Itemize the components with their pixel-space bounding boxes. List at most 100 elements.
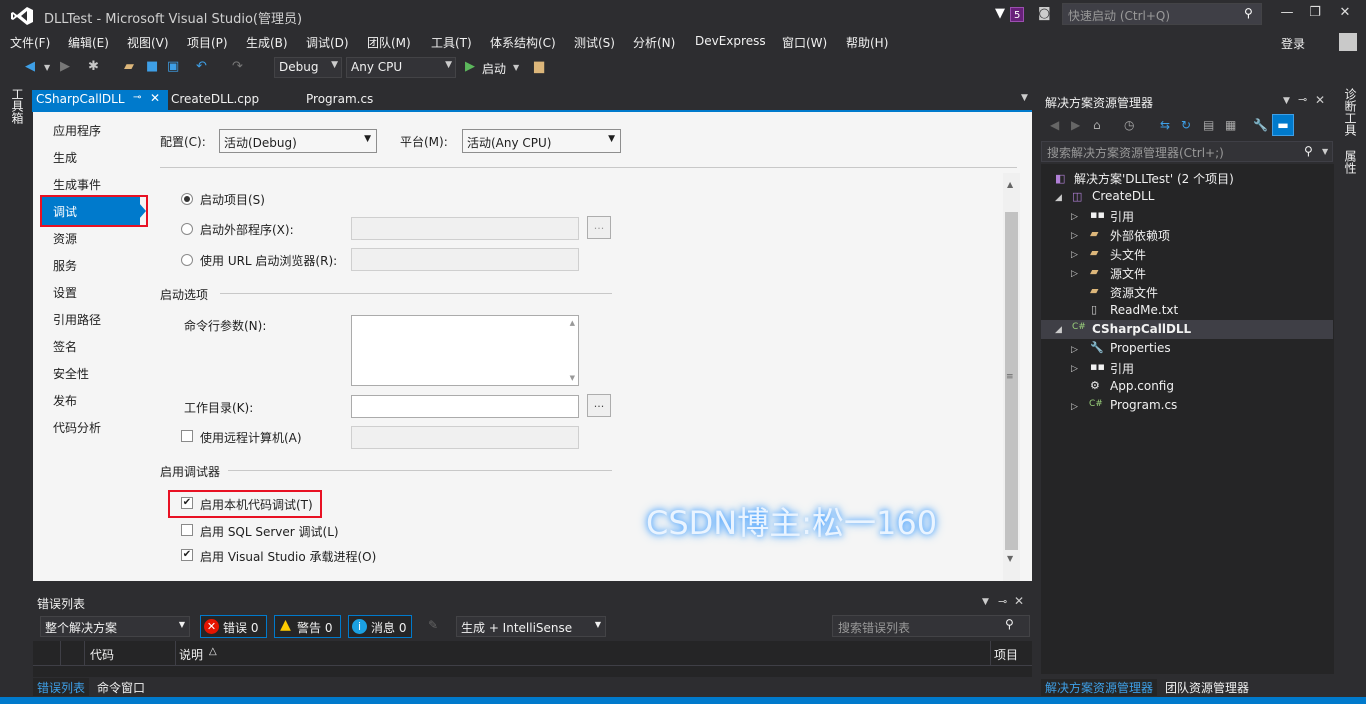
- menu-tools[interactable]: 工具(T): [431, 34, 472, 51]
- nav-item-debug[interactable]: 调试: [53, 203, 77, 220]
- menu-file[interactable]: 文件(F): [10, 34, 50, 51]
- solution-search-input[interactable]: 搜索解决方案资源管理器(Ctrl+;): [1041, 141, 1333, 162]
- menu-analyze[interactable]: 分析(N): [633, 34, 675, 51]
- close-icon[interactable]: ✕: [1014, 594, 1024, 608]
- menu-view[interactable]: 视图(V): [127, 34, 169, 51]
- tab-createdll-cpp[interactable]: CreateDLL.cpp: [167, 90, 263, 110]
- nav-item-services[interactable]: 服务: [53, 257, 77, 274]
- build-filter-select[interactable]: 生成 + IntelliSense ▼: [456, 616, 606, 637]
- errors-filter-button[interactable]: ✕ 错误 0: [200, 615, 267, 638]
- tree-node-header-files[interactable]: 头文件: [1110, 246, 1146, 263]
- scroll-up-icon[interactable]: ▲: [570, 319, 575, 327]
- search-icon[interactable]: ⚲: [1005, 617, 1014, 631]
- work-dir-input[interactable]: [351, 395, 579, 418]
- messages-filter-button[interactable]: i 消息 0: [348, 615, 412, 638]
- menu-architecture[interactable]: 体系结构(C): [490, 34, 556, 51]
- menu-build[interactable]: 生成(B): [246, 34, 288, 51]
- tree-node-readme[interactable]: ReadMe.txt: [1110, 303, 1178, 317]
- menu-devexpress[interactable]: DevExpress: [695, 34, 766, 48]
- feedback-icon[interactable]: ◙: [1038, 6, 1051, 21]
- start-icon[interactable]: ▶: [465, 59, 475, 74]
- nav-item-settings[interactable]: 设置: [53, 284, 77, 301]
- tab-team-explorer[interactable]: 团队资源管理器: [1161, 679, 1253, 696]
- close-icon[interactable]: ✕: [150, 91, 160, 105]
- platform-select[interactable]: 活动(Any CPU) ▼: [462, 129, 621, 153]
- warnings-filter-button[interactable]: ▲ 警告 0: [274, 615, 341, 638]
- pin-icon[interactable]: ⊸: [1298, 93, 1307, 106]
- collapsed-icon[interactable]: ▷: [1071, 250, 1078, 260]
- toolbox-tab[interactable]: 工具箱: [9, 88, 26, 124]
- tab-csharpcalldll[interactable]: CSharpCallDLL ⊸ ✕: [32, 90, 168, 110]
- properties-tab[interactable]: 属性: [1342, 150, 1359, 174]
- scroll-down-icon[interactable]: ▼: [1007, 554, 1013, 563]
- nav-item-publish[interactable]: 发布: [53, 392, 77, 409]
- open-file-icon[interactable]: ▰: [124, 59, 134, 74]
- nav-item-security[interactable]: 安全性: [53, 365, 89, 382]
- menu-help[interactable]: 帮助(H): [846, 34, 888, 51]
- filter-icon[interactable]: ✎: [428, 618, 438, 632]
- menu-project[interactable]: 项目(P): [187, 34, 228, 51]
- collapse-all-icon[interactable]: ▤: [1203, 118, 1214, 132]
- forward-icon[interactable]: ▶: [1071, 118, 1080, 132]
- start-external-radio[interactable]: [181, 223, 193, 235]
- forward-icon[interactable]: ▶: [60, 59, 70, 74]
- window-position-icon[interactable]: ▼: [1283, 96, 1290, 106]
- tab-program-cs[interactable]: Program.cs: [302, 90, 377, 110]
- scroll-up-icon[interactable]: ▲: [1007, 180, 1013, 189]
- solution-platform-select[interactable]: Any CPU ▼: [346, 57, 456, 78]
- error-search-input[interactable]: 搜索错误列表: [832, 615, 1030, 637]
- sync-icon[interactable]: ⇆: [1160, 118, 1170, 132]
- scroll-down-icon[interactable]: ▼: [570, 374, 575, 382]
- start-url-radio[interactable]: [181, 254, 193, 266]
- tree-node-solution[interactable]: 解决方案'DLLTest' (2 个项目): [1074, 170, 1234, 187]
- collapsed-icon[interactable]: ▷: [1071, 345, 1078, 355]
- column-header-project[interactable]: 项目: [994, 646, 1018, 663]
- column-header-description[interactable]: 说明: [179, 646, 203, 663]
- chevron-down-icon[interactable]: ▼: [1322, 147, 1328, 156]
- start-dropdown-icon[interactable]: ▼: [513, 63, 519, 72]
- diagnostic-tools-tab[interactable]: 诊断工具: [1342, 88, 1359, 136]
- use-remote-checkbox[interactable]: [181, 430, 193, 442]
- new-project-icon[interactable]: ✱: [88, 59, 99, 74]
- collapsed-icon[interactable]: ▷: [1071, 402, 1078, 412]
- tab-command-window[interactable]: 命令窗口: [93, 678, 149, 696]
- nav-item-code-analysis[interactable]: 代码分析: [53, 419, 101, 436]
- expanded-icon[interactable]: ◢: [1055, 325, 1062, 335]
- avatar[interactable]: [1339, 33, 1357, 51]
- tab-solution-explorer[interactable]: 解决方案资源管理器: [1041, 679, 1158, 696]
- save-all-icon[interactable]: ▣: [167, 59, 179, 74]
- history-icon[interactable]: ◷: [1124, 118, 1134, 132]
- minimize-button[interactable]: —: [1275, 5, 1299, 20]
- back-icon[interactable]: ◀: [25, 59, 35, 74]
- back-icon[interactable]: ◀: [1050, 118, 1059, 132]
- tree-node-resource-files[interactable]: 资源文件: [1110, 284, 1158, 301]
- column-header-code[interactable]: 代码: [90, 646, 114, 663]
- properties-icon[interactable]: 🔧: [1253, 118, 1268, 132]
- close-button[interactable]: ✕: [1333, 5, 1357, 20]
- error-scope-select[interactable]: 整个解决方案 ▼: [40, 616, 190, 637]
- tree-node-createdll[interactable]: CreateDLL: [1092, 189, 1154, 203]
- start-url-input[interactable]: [351, 248, 579, 271]
- window-position-icon[interactable]: ▼: [982, 597, 989, 607]
- external-program-input[interactable]: [351, 217, 579, 240]
- external-program-browse-button[interactable]: ...: [587, 216, 611, 239]
- filter-icon[interactable]: ▼: [995, 6, 1005, 21]
- collapsed-icon[interactable]: ▷: [1071, 364, 1078, 374]
- search-icon[interactable]: ⚲: [1244, 6, 1253, 20]
- undo-icon[interactable]: ↶: [196, 59, 207, 74]
- home-icon[interactable]: ⌂: [1093, 118, 1101, 132]
- tree-node-source-files[interactable]: 源文件: [1110, 265, 1146, 282]
- tree-node-app-config[interactable]: App.config: [1110, 379, 1174, 393]
- menu-test[interactable]: 测试(S): [574, 34, 615, 51]
- tree-node-properties[interactable]: Properties: [1110, 341, 1171, 355]
- tree-node-external-deps[interactable]: 外部依赖项: [1110, 227, 1170, 244]
- menu-edit[interactable]: 编辑(E): [68, 34, 109, 51]
- tree-node-csharpcalldll[interactable]: CSharpCallDLL: [1092, 322, 1191, 336]
- menu-debug[interactable]: 调试(D): [306, 34, 349, 51]
- nav-item-reference-paths[interactable]: 引用路径: [53, 311, 101, 328]
- nav-item-application[interactable]: 应用程序: [53, 122, 101, 139]
- preview-icon[interactable]: ▬: [1272, 114, 1294, 136]
- pin-icon[interactable]: ⊸: [998, 595, 1007, 608]
- nav-item-resources[interactable]: 资源: [53, 230, 77, 247]
- collapsed-icon[interactable]: ▷: [1071, 269, 1078, 279]
